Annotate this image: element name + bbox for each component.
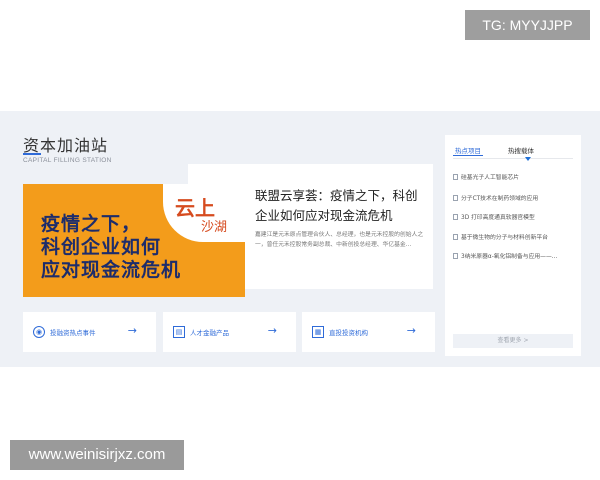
category-card-direct-investors[interactable]: ▦ 直投投资机构 →: [302, 312, 435, 352]
yunshang-logo: 云上 沙湖: [163, 184, 245, 242]
featured-banner-image[interactable]: 疫情之下， 科创企业如何 应对现金流危机 云上 沙湖 ❮ ❯: [23, 184, 245, 297]
hot-list-item[interactable]: 3纳米原器α-氧化铝制备与应用——...: [453, 251, 577, 260]
document-icon: [453, 253, 458, 259]
target-icon: ◉: [33, 326, 45, 338]
category-label: 投融资热点事件: [50, 329, 96, 337]
document-icon: [453, 174, 458, 180]
url-watermark: www.weinisirjxz.com: [10, 440, 184, 470]
arrow-right-icon: →: [267, 324, 277, 337]
tabs-divider: [453, 158, 573, 159]
hot-list-item[interactable]: 3D 打印高度通真软器官模型: [453, 212, 577, 221]
category-label: 人才金融产品: [190, 329, 229, 337]
document-icon: [453, 214, 458, 220]
document-icon: [453, 195, 458, 201]
section-subtitle: CAPITAL FILLING STATION: [23, 157, 112, 164]
featured-article[interactable]: 疫情之下， 科创企业如何 应对现金流危机 云上 沙湖 ❮ ❯ 联盟云享荟：疫情之…: [23, 164, 433, 297]
category-card-investment-events[interactable]: ◉ 投融资热点事件 →: [23, 312, 156, 352]
telegram-watermark: TG: MYYJJPP: [465, 10, 590, 40]
document-icon: [453, 234, 458, 240]
hot-item-text: 硅基光子人工智能芯片: [461, 175, 519, 181]
card-icon: ▤: [173, 326, 185, 338]
hot-list-item[interactable]: 硅基光子人工智能芯片: [453, 172, 577, 181]
page: 资本加油站 CAPITAL FILLING STATION 疫情之下， 科创企业…: [0, 0, 600, 480]
featured-description: 嘉建江是元禾原点管理合伙人、总经理，也是元禾控股的创始人之一，曾任元禾控股常务副…: [255, 232, 424, 248]
hot-item-text: 分子CT技术在制药领域的应用: [461, 196, 539, 202]
logo-sub-text: 沙湖: [201, 220, 228, 235]
active-tab-indicator: [453, 155, 483, 156]
tab-hot-projects[interactable]: 热点项目: [455, 145, 481, 155]
banner-line: 应对现金流危机: [41, 259, 182, 281]
category-label: 直投投资机构: [329, 329, 368, 337]
hot-list-item[interactable]: 基于微生物的分子与材料创新平台: [453, 232, 577, 241]
category-card-talent-finance[interactable]: ▤ 人才金融产品 →: [163, 312, 296, 352]
building-icon: ▦: [312, 326, 324, 338]
hot-item-text: 3D 打印高度通真软器官模型: [461, 215, 535, 221]
arrow-right-icon: →: [406, 324, 416, 337]
hot-list-item[interactable]: 分子CT技术在制药领域的应用: [453, 193, 577, 202]
caret-down-icon: [525, 157, 531, 161]
featured-title[interactable]: 联盟云享荟：疫情之下，科创企业如何应对现金流危机: [255, 186, 425, 226]
hot-panel: 热点项目 热搜载体 硅基光子人工智能芯片 分子CT技术在制药领域的应用 3D 打…: [445, 135, 581, 356]
section-title-underline: [23, 153, 41, 155]
hot-item-text: 3纳米原器α-氧化铝制备与应用——...: [461, 254, 558, 260]
arrow-right-icon: →: [127, 324, 137, 337]
tab-hot-carriers[interactable]: 热搜载体: [508, 145, 534, 155]
view-more-button[interactable]: 查看更多 >: [453, 334, 573, 348]
hot-item-text: 基于微生物的分子与材料创新平台: [461, 235, 548, 241]
